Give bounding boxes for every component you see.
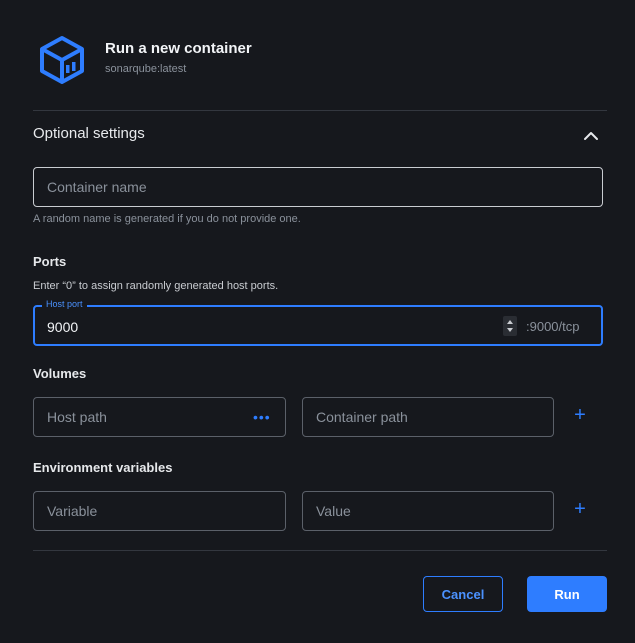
volumes-label: Volumes [33,366,87,381]
container-path-field[interactable] [302,397,554,437]
optional-settings-title: Optional settings [33,125,145,142]
env-variable-field[interactable] [33,491,286,531]
ports-label: Ports [33,254,67,269]
container-name-field[interactable] [33,167,603,207]
container-name-input[interactable] [34,168,602,206]
cancel-button[interactable]: Cancel [423,576,503,612]
container-path-input[interactable] [303,398,553,436]
env-value-input[interactable] [303,492,553,530]
header-divider [33,110,607,111]
host-path-field[interactable] [33,397,286,437]
host-path-input[interactable] [34,398,285,436]
container-name-helper: A random name is generated if you do not… [33,213,301,225]
chevron-up-icon[interactable] [580,125,602,147]
ports-helper: Enter “0” to assign randomly generated h… [33,280,279,292]
ellipsis-icon[interactable]: ••• [253,409,271,425]
host-port-input[interactable]: 9000 [47,319,78,335]
footer-divider [33,550,607,551]
run-button[interactable]: Run [527,576,607,612]
env-value-field[interactable] [302,491,554,531]
add-volume-plus-icon[interactable]: + [570,405,590,425]
container-port-suffix: :9000/tcp [526,319,580,334]
cube-icon [36,34,88,86]
host-port-field[interactable] [33,305,603,346]
add-env-plus-icon[interactable]: + [570,499,590,519]
image-name: sonarqube:latest [105,63,187,75]
env-variable-input[interactable] [34,492,285,530]
port-stepper[interactable] [503,316,517,336]
page-title: Run a new container [105,40,252,57]
env-vars-label: Environment variables [33,460,173,475]
host-port-label: Host port [42,299,87,309]
